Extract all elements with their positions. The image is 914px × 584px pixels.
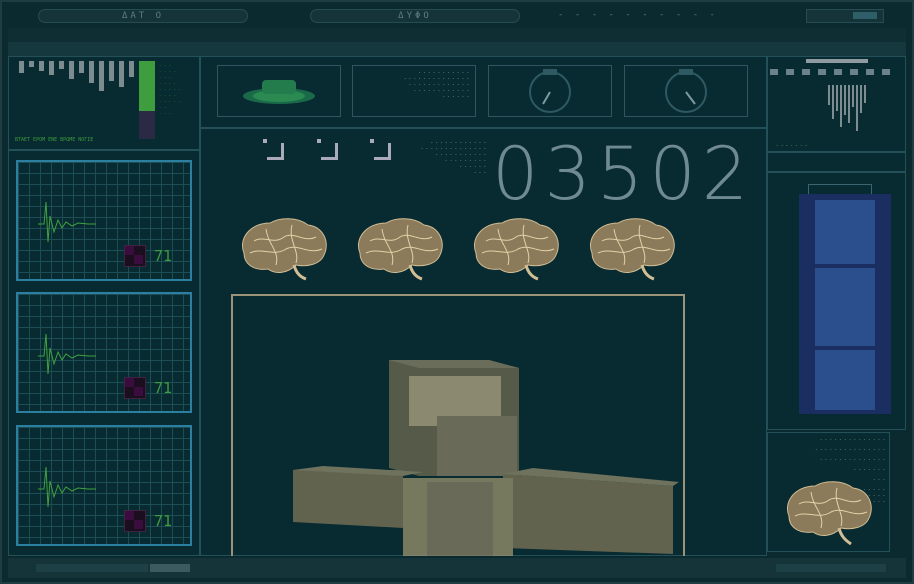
info-line: - - - - - - - - - - - - - - -: [815, 447, 885, 452]
corner-marker[interactable]: [317, 139, 338, 160]
signal-bars: [770, 59, 890, 131]
gauge-icon: [529, 69, 571, 113]
meter-segment: [815, 200, 875, 264]
corner-marker[interactable]: [370, 139, 391, 160]
window-control[interactable]: [806, 9, 884, 23]
heart-rate-value: 71: [153, 512, 172, 530]
tab-2[interactable]: ΔΥΦΟ: [310, 9, 520, 23]
alert-block: [124, 245, 146, 267]
model-viewport[interactable]: [231, 294, 685, 556]
counter-readout: 03502: [492, 132, 755, 217]
status-bar: [8, 558, 906, 578]
center-notes: - - - - - - - - - - - - - - - - - - - - …: [412, 140, 486, 176]
tab-3[interactable]: - - - - - - - - - -: [538, 9, 738, 21]
brain-icon[interactable]: [352, 215, 448, 281]
ecg-monitor-1[interactable]: 71: [16, 160, 192, 281]
gauge-panel-2[interactable]: [624, 65, 748, 117]
restore-icon: [853, 12, 877, 19]
hat-preview[interactable]: [217, 65, 341, 117]
vertical-meter[interactable]: [799, 194, 891, 414]
blocky-figure: [293, 360, 679, 556]
ecg-monitor-2[interactable]: 71: [16, 292, 192, 413]
hat-icon: [243, 80, 315, 104]
alert-block: [124, 510, 146, 532]
note-line: - - -: [473, 170, 486, 175]
status-field: [36, 564, 148, 572]
legend-text: ΒΤΑΕΤ ΕΡΟΜ ΕΝΕ ΒΡΩΜΕ ΝΟΓΙΕ: [15, 137, 94, 143]
brain-icon[interactable]: [236, 215, 332, 281]
status-indicator: [150, 564, 190, 572]
toolbar: [8, 42, 906, 56]
right-caption: - - - - - - -: [776, 143, 808, 148]
level-labels: - - - - - - - - - - - - - - - - - - - - …: [159, 63, 181, 117]
menubar: [8, 28, 906, 43]
info-box: - - - - - - - - - - - - - - - - - - - - …: [352, 65, 476, 117]
left-status-panel: - - - - - - - - - - - - - - - - - - - - …: [8, 56, 200, 150]
brain-icon[interactable]: [468, 215, 564, 281]
tab-1[interactable]: ΔΑΤ Ο: [38, 9, 248, 23]
corner-marker[interactable]: [263, 139, 284, 160]
info-line: - - - - - - -: [853, 467, 885, 472]
gauge-panel-1[interactable]: [488, 65, 612, 117]
alert-block: [124, 377, 146, 399]
meter-segment: [815, 350, 875, 410]
gauge-icon: [665, 69, 707, 113]
right-divider-strip: [767, 152, 906, 172]
heart-rate-value: 71: [153, 247, 172, 265]
level-label: - - -: [159, 111, 172, 116]
info-line: - - - - - -: [442, 94, 470, 99]
meter-segment: [815, 268, 875, 346]
status-field: [776, 564, 886, 572]
right-top-panel: - - - - - - -: [767, 56, 906, 152]
info-line: - - - - - - - - - - - - - -: [819, 437, 885, 442]
heart-rate-value: 71: [153, 379, 172, 397]
brain-icon[interactable]: [584, 215, 680, 281]
brain-icon[interactable]: [781, 478, 877, 548]
info-line: - - - - - - - - - - - - - -: [819, 457, 885, 462]
ecg-monitor-3[interactable]: 71: [16, 425, 192, 546]
